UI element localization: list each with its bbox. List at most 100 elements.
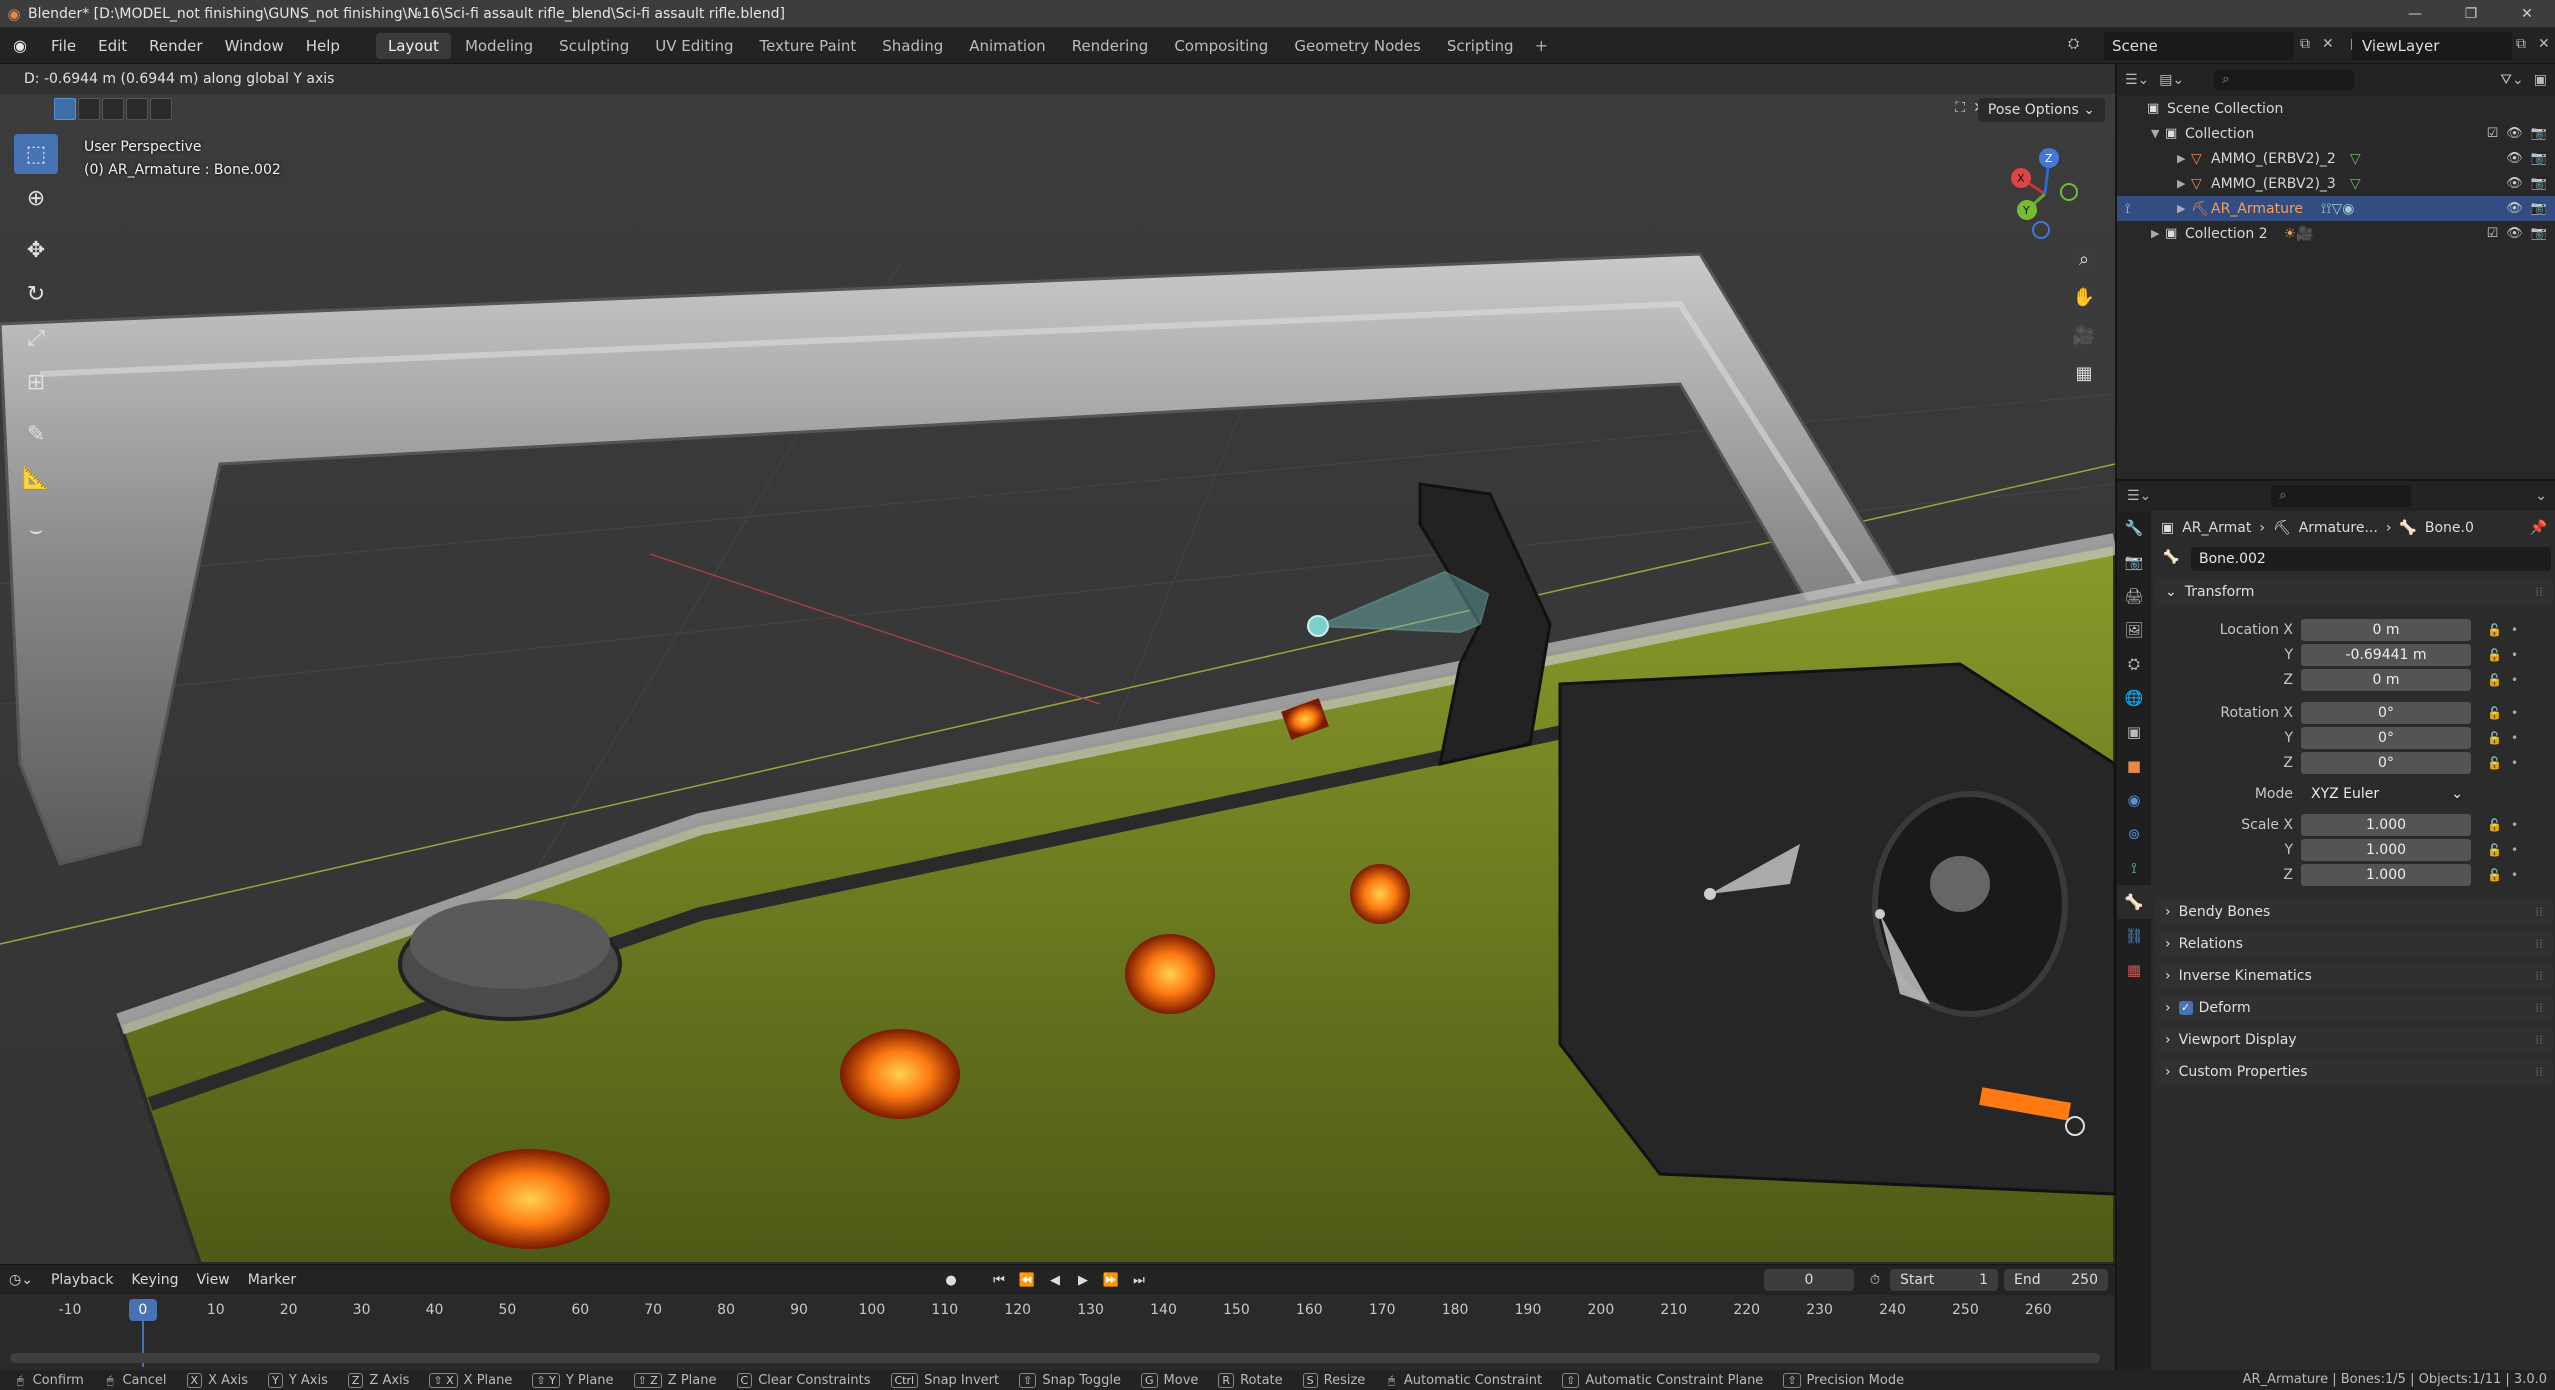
next-keyframe-icon[interactable]: ⏩ (1100, 1269, 1122, 1291)
world-tab-icon[interactable]: 🌐 (2117, 681, 2151, 715)
texture-tab-icon[interactable]: ▦ (2117, 953, 2151, 987)
end-frame-field[interactable]: End 250 (2004, 1269, 2108, 1291)
tab-layout[interactable]: Layout (375, 32, 451, 59)
tab-animation[interactable]: Animation (957, 33, 1057, 59)
close-button[interactable]: ✕ (2499, 0, 2555, 28)
menu-edit[interactable]: Edit (87, 28, 138, 64)
keying-menu[interactable]: Keying (122, 1272, 187, 1288)
transform-icon[interactable]: ⊞ (14, 362, 58, 402)
bone-constraint-tab-icon[interactable]: ⛓ (2117, 919, 2151, 953)
jump-end-icon[interactable]: ⏭ (1128, 1269, 1150, 1291)
camera-render-icon[interactable]: 📷 (2531, 201, 2547, 216)
grip-icon[interactable]: ⁞⁞ (2535, 1001, 2543, 1015)
keyframe-dot-icon[interactable]: • (2511, 731, 2518, 745)
annotate-icon[interactable]: ✎ (14, 414, 58, 454)
bone-roll-icon[interactable]: ⌣ (14, 510, 58, 550)
scene-selector[interactable]: Scene (2104, 32, 2294, 60)
new-scene-icon[interactable]: ⧉ (2300, 36, 2310, 52)
remove-view-layer-icon[interactable]: ✕ (2538, 36, 2550, 52)
rotation-mode-select[interactable]: XYZ Euler ⌄ (2301, 782, 2471, 805)
outliner-row-scene-collection[interactable]: ▣ Scene Collection (2117, 96, 2555, 121)
outliner-editor-type-icon[interactable]: ☰⌄ (2125, 72, 2149, 88)
outliner-search-input[interactable]: ⌕ (2214, 69, 2355, 91)
outliner-row-ammo-2[interactable]: ▶ ▽ AMMO_(ERBV2)_2 ▽ 👁 📷 (2117, 146, 2555, 171)
eye-icon[interactable]: 👁 (2506, 176, 2523, 191)
zoom-icon[interactable]: ⌕ (2067, 242, 2101, 276)
current-frame-field[interactable]: 0 (1764, 1269, 1854, 1291)
lock-icon[interactable]: 🔓 (2487, 673, 2502, 687)
chevron-right-icon[interactable]: ▶ (2151, 227, 2165, 240)
scene-tab-icon[interactable]: ⛭ (2117, 647, 2151, 681)
play-icon[interactable]: ▶ (1072, 1269, 1094, 1291)
grip-icon[interactable]: ⁞⁞ (2535, 1065, 2543, 1079)
tab-rendering[interactable]: Rendering (1060, 33, 1161, 59)
chevron-down-icon[interactable]: ▼ (2151, 127, 2165, 140)
viewport-display-panel-header[interactable]: › Viewport Display ⁞⁞ (2155, 1025, 2553, 1055)
camera-icon[interactable]: 🎥 (2067, 318, 2101, 352)
properties-editor-type-icon[interactable]: ☰⌄ (2127, 488, 2151, 504)
eye-icon[interactable]: 👁 (2506, 226, 2523, 241)
deform-panel-header[interactable]: › ✓ Deform ⁞⁞ (2155, 993, 2553, 1023)
outliner-row-collection-2[interactable]: ▶ ▣ Collection 2 ☀🎥 ☑ 👁 📷 (2117, 221, 2555, 246)
scale-x-field[interactable]: 1.000 (2301, 813, 2471, 836)
menu-render[interactable]: Render (138, 28, 213, 64)
timeline-editor[interactable]: ◷⌄ Playback Keying View Marker ● ⏮ ⏪ ◀ ▶… (0, 1264, 2115, 1370)
lock-icon[interactable]: 🔓 (2487, 706, 2502, 720)
eye-icon[interactable]: 👁 (2506, 151, 2523, 166)
cursor-icon[interactable]: ⊕ (14, 178, 58, 218)
modifier-tab-icon[interactable]: ◉ (2117, 783, 2151, 817)
rotation-x-field[interactable]: 0° (2301, 701, 2471, 724)
scale-z-field[interactable]: 1.000 (2301, 863, 2471, 886)
checkbox-icon[interactable]: ☑ (2487, 126, 2499, 141)
chevron-right-icon[interactable]: ▶ (2177, 177, 2191, 190)
keyframe-dot-icon[interactable]: • (2511, 648, 2518, 662)
remove-scene-icon[interactable]: ✕ (2322, 36, 2334, 52)
rotation-y-field[interactable]: 0° (2301, 726, 2471, 749)
maximize-button[interactable]: ❐ (2443, 0, 2499, 28)
render-tab-icon[interactable]: 📷 (2117, 545, 2151, 579)
timeline-scrollbar[interactable] (10, 1353, 2100, 1363)
menu-file[interactable]: File (40, 28, 87, 64)
lock-icon[interactable]: 🔓 (2487, 843, 2502, 857)
transform-panel-header[interactable]: ⌄ Transform ⁞⁞ (2155, 577, 2553, 607)
tab-shading[interactable]: Shading (870, 33, 955, 59)
camera-render-icon[interactable]: 📷 (2531, 151, 2547, 166)
select-mode-invert[interactable] (126, 98, 148, 120)
inverse-kinematics-panel-header[interactable]: › Inverse Kinematics ⁞⁞ (2155, 961, 2553, 991)
scene-icon[interactable]: ⛭ (2068, 36, 2079, 52)
play-reverse-icon[interactable]: ◀ (1044, 1269, 1066, 1291)
tab-sculpting[interactable]: Sculpting (547, 33, 641, 59)
select-box-icon[interactable]: ⬚ (14, 134, 58, 174)
rotation-z-field[interactable]: 0° (2301, 751, 2471, 774)
lock-icon[interactable]: 🔓 (2487, 731, 2502, 745)
chevron-right-icon[interactable]: ▶ (2177, 202, 2191, 215)
checkbox-icon[interactable]: ☑ (2487, 226, 2499, 241)
outliner-row-ar-armature[interactable]: ⟟ ▶ ⛏ AR_Armature ⟟⟟▽◉ 👁 📷 (2117, 196, 2555, 221)
pose-options-dropdown[interactable]: Pose Options ⌄ (1977, 98, 2105, 122)
custom-properties-panel-header[interactable]: › Custom Properties ⁞⁞ (2155, 1057, 2553, 1087)
measure-icon[interactable]: 📐 (14, 458, 58, 498)
pose-mode-icon[interactable]: ⟟ (2125, 201, 2130, 217)
jump-start-icon[interactable]: ⏮ (988, 1269, 1010, 1291)
record-icon[interactable]: ● (940, 1269, 962, 1291)
camera-render-icon[interactable]: 📷 (2531, 126, 2547, 141)
view-menu[interactable]: View (187, 1272, 238, 1288)
frame-ruler[interactable]: -10 0 10 20 30 40 50 60 70 80 90 100 110 120 130 140 150… (0, 1299, 2115, 1325)
properties-search-input[interactable]: ⌕ (2271, 485, 2412, 507)
tab-compositing[interactable]: Compositing (1162, 33, 1280, 59)
start-frame-field[interactable]: Start 1 (1890, 1269, 1998, 1291)
tab-uv-editing[interactable]: UV Editing (643, 33, 745, 59)
eye-icon[interactable]: 👁 (2506, 126, 2523, 141)
location-x-field[interactable]: 0 m (2301, 618, 2471, 641)
navigation-gizmo[interactable]: X Y Z (1985, 134, 2105, 254)
grip-icon[interactable]: ⁞⁞ (2535, 937, 2543, 951)
grip-icon[interactable]: ⁞⁞ (2535, 1033, 2543, 1047)
grip-icon[interactable]: ⁞⁞ (2535, 969, 2543, 983)
lock-icon[interactable]: 🔓 (2487, 756, 2502, 770)
bone-tab-icon[interactable]: 🦴 (2117, 885, 2151, 919)
tool-tab-icon[interactable]: 🔧 (2117, 511, 2151, 545)
move-icon[interactable]: ✥ (14, 230, 58, 270)
camera-render-icon[interactable]: 📷 (2531, 176, 2547, 191)
select-mode-intersect[interactable] (150, 98, 172, 120)
scale-y-field[interactable]: 1.000 (2301, 838, 2471, 861)
